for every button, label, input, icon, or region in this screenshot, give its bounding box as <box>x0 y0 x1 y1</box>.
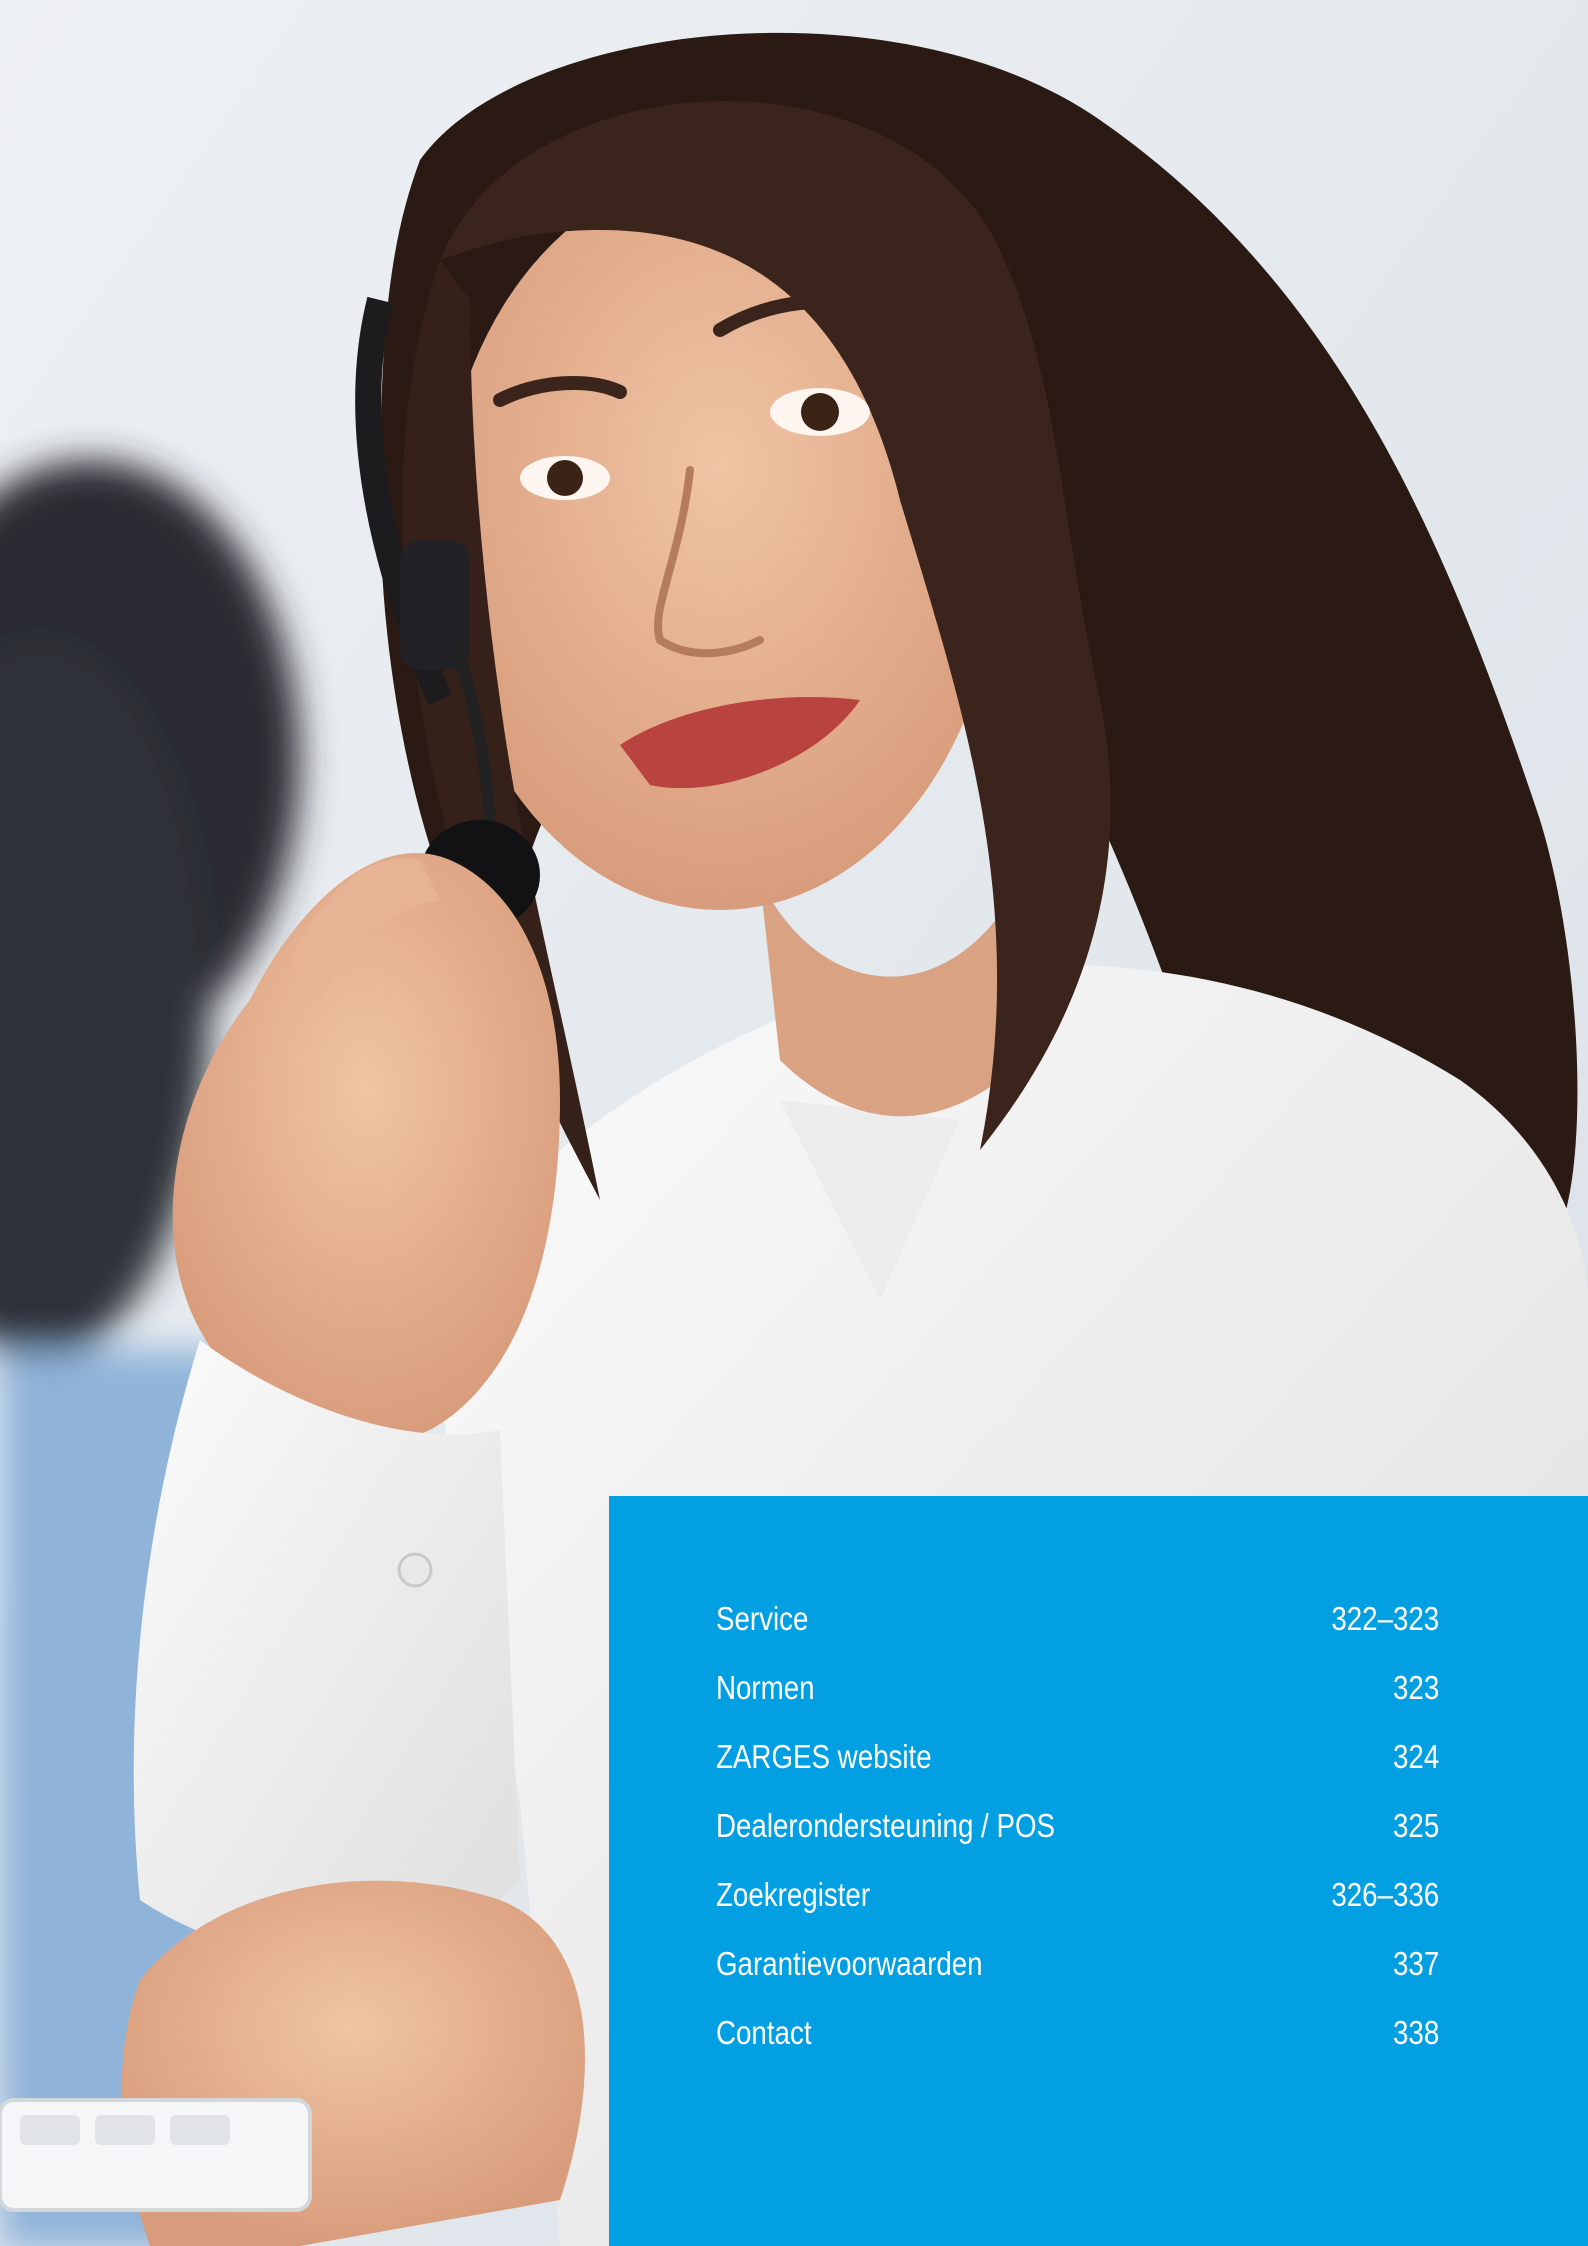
toc-item-service[interactable]: Service 322–323 <box>716 1600 1439 1669</box>
toc-label: Garantievoorwaarden <box>716 1945 983 1982</box>
toc-label: Dealerondersteuning / POS <box>716 1807 1056 1844</box>
toc-page-number: 322–323 <box>1331 1600 1440 1637</box>
toc-label: Zoekregister <box>716 1876 871 1913</box>
toc-item-dealerondersteuning[interactable]: Dealerondersteuning / POS 325 <box>716 1807 1439 1876</box>
table-of-contents-panel: Service 322–323 Normen 323 ZARGES websit… <box>609 1496 1588 2246</box>
toc-item-garantievoorwaarden[interactable]: Garantievoorwaarden 337 <box>716 1945 1439 2014</box>
toc-page-number: 326–336 <box>1331 1876 1440 1913</box>
toc-label: Service <box>716 1600 809 1637</box>
toc-label: Normen <box>716 1669 815 1706</box>
toc-page-number: 337 <box>1392 1945 1440 1982</box>
toc-label: ZARGES website <box>716 1738 932 1775</box>
toc-page-number: 338 <box>1392 2014 1440 2051</box>
toc-page-number: 325 <box>1392 1807 1440 1844</box>
toc-page-number: 324 <box>1392 1738 1440 1775</box>
toc-label: Contact <box>716 2014 812 2051</box>
toc-item-contact[interactable]: Contact 338 <box>716 2014 1439 2083</box>
toc-item-zarges-website[interactable]: ZARGES website 324 <box>716 1738 1439 1807</box>
toc-item-zoekregister[interactable]: Zoekregister 326–336 <box>716 1876 1439 1945</box>
toc-item-normen[interactable]: Normen 323 <box>716 1669 1439 1738</box>
toc-page-number: 323 <box>1392 1669 1440 1706</box>
toc-list: Service 322–323 Normen 323 ZARGES websit… <box>716 1600 1439 2083</box>
